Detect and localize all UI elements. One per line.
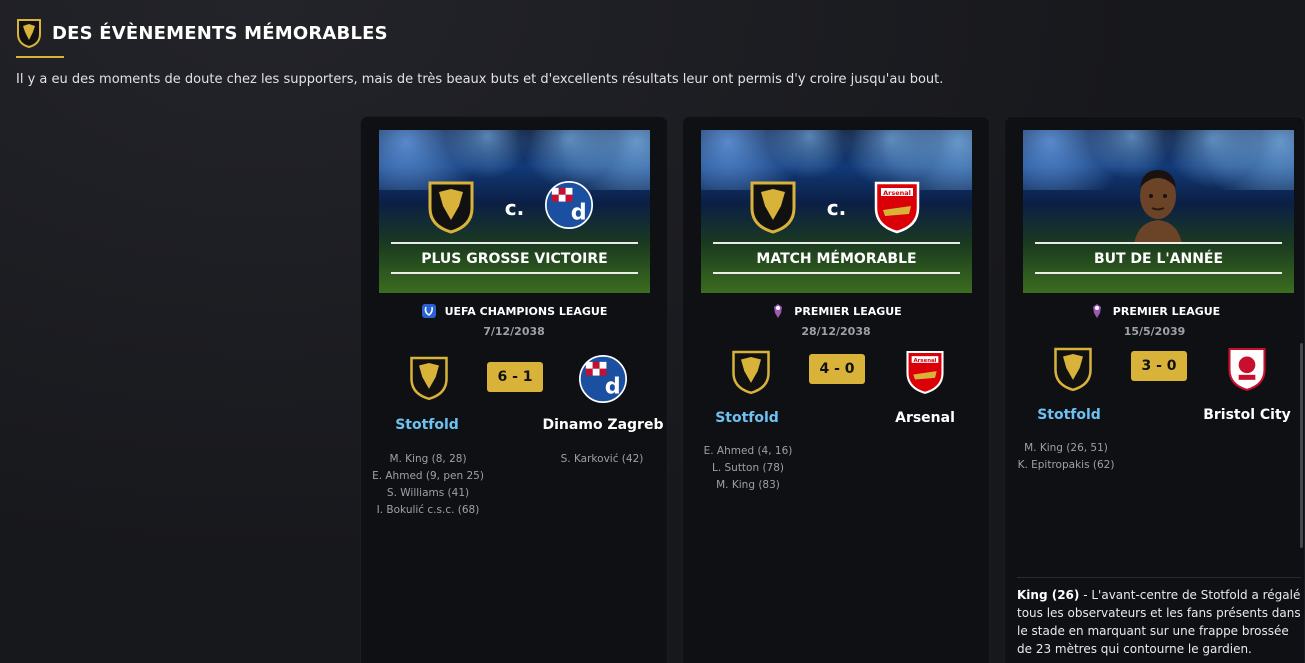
goal-description-player: King (26) [1017,588,1080,602]
scorer-item: M. King (8, 28) [389,453,467,465]
stotfold-crest-icon [17,19,41,48]
arsenal-crest-icon: Arsenal [874,181,920,234]
competition-row: PREMIER LEAGUE [683,303,989,319]
svg-text:d: d [571,200,587,226]
svg-text:Arsenal: Arsenal [913,358,936,364]
scorer-item: L. Sutton (78) [711,462,785,474]
stotfold-crest-icon [732,350,770,395]
banner-label: BUT DE L'ANNÉE [1093,251,1224,267]
banner-line-top [391,242,638,244]
stadium-lights [379,130,650,190]
premier-league-icon [774,304,783,318]
competition-name: PREMIER LEAGUE [794,304,902,318]
banner-line-bottom [391,272,638,274]
page-subtitle: Il y a eu des moments de doute chez les … [16,72,944,87]
home-scorers: M. King (26, 51) K. Epitropakis (62) [991,440,1141,474]
card-banner: BUT DE L'ANNÉE [1023,130,1294,293]
card-banner: c. Arsenal MATCH MÉMORABLE [701,130,972,293]
home-scorers: M. King (8, 28) E. Ahmed (9, pen 25) S. … [353,451,503,519]
section-header: DES ÉVÈNEMENTS MÉMORABLES [16,18,388,48]
banner-line-bottom [713,272,960,274]
scorer-item: M. King (83) [716,479,780,491]
scorer-item: E. Ahmed (4, 16) [703,445,793,457]
champions-league-icon [421,304,436,318]
score-badge: 3 - 0 [1131,351,1187,381]
home-scorers: E. Ahmed (4, 16) L. Sutton (78) M. King … [673,443,823,494]
away-team-name[interactable]: Bristol City [1177,407,1305,423]
stadium-lights [701,130,972,190]
banner-line-bottom [1035,272,1282,274]
competition-row: PREMIER LEAGUE [1005,303,1304,319]
match-date: 7/12/2038 [483,325,545,338]
away-team-name[interactable]: Dinamo Zagreb [533,417,673,433]
home-team-name[interactable]: Stotfold [677,410,817,426]
versus-label: c. [504,196,525,220]
competition-row: UEFA CHAMPIONS LEAGUE [361,303,667,319]
scorer-item: S. Williams (41) [386,487,470,499]
goal-description: King (26) - L'avant-centre de Stotfold a… [1017,577,1301,658]
scorer-item: K. Epitropakis (62) [1017,459,1115,471]
competition-name: UEFA CHAMPIONS LEAGUE [444,304,608,318]
scrollbar[interactable] [1300,343,1303,548]
match-date: 28/12/2038 [801,325,871,338]
dinamo-zagreb-crest-icon: d [545,181,593,229]
arsenal-crest-icon: Arsenal [906,350,944,394]
banner-label: PLUS GROSSE VICTOIRE [421,251,608,267]
stotfold-crest-icon [1054,347,1092,392]
banner-label: MATCH MÉMORABLE [756,251,917,267]
home-team-name[interactable]: Stotfold [357,417,497,433]
banner-line-top [1035,242,1282,244]
competition-name: PREMIER LEAGUE [1112,304,1221,318]
event-card-biggest-win[interactable]: c. d PLUS GROSSE VICTOIRE UEFA CHAMPIONS… [360,116,668,663]
svg-text:d: d [605,374,621,400]
scorer-item: I. Bokulić c.s.c. (68) [376,504,480,516]
scorer-item: M. King (26, 51) [1024,442,1108,454]
event-card-memorable-match[interactable]: c. Arsenal MATCH MÉMORABLE PREMIER LEAGU… [682,116,990,663]
bristol-city-crest-icon [1228,347,1266,391]
page-title: DES ÉVÈNEMENTS MÉMORABLES [52,22,388,44]
player-portrait-icon [1134,170,1182,244]
title-underline [16,56,64,58]
premier-league-icon [1092,304,1101,318]
banner-line-top [713,242,960,244]
card-banner: c. d PLUS GROSSE VICTOIRE [379,130,650,293]
versus-label: c. [826,196,847,220]
event-card-goal-of-year[interactable]: BUT DE L'ANNÉE PREMIER LEAGUE 15/5/2039 … [1004,116,1305,663]
match-date: 15/5/2039 [1123,325,1186,338]
stotfold-crest-icon [410,356,448,401]
away-team-name[interactable]: Arsenal [855,410,995,426]
score-badge: 6 - 1 [487,362,543,392]
dinamo-zagreb-crest-icon: d [579,355,627,403]
score-badge: 4 - 0 [809,354,865,384]
svg-text:Arsenal: Arsenal [883,189,911,197]
scorer-item: E. Ahmed (9, pen 25) [372,470,484,482]
home-team-name[interactable]: Stotfold [999,407,1139,423]
scorer-item: S. Karković (42) [560,453,644,465]
away-scorers: S. Karković (42) [527,451,677,468]
